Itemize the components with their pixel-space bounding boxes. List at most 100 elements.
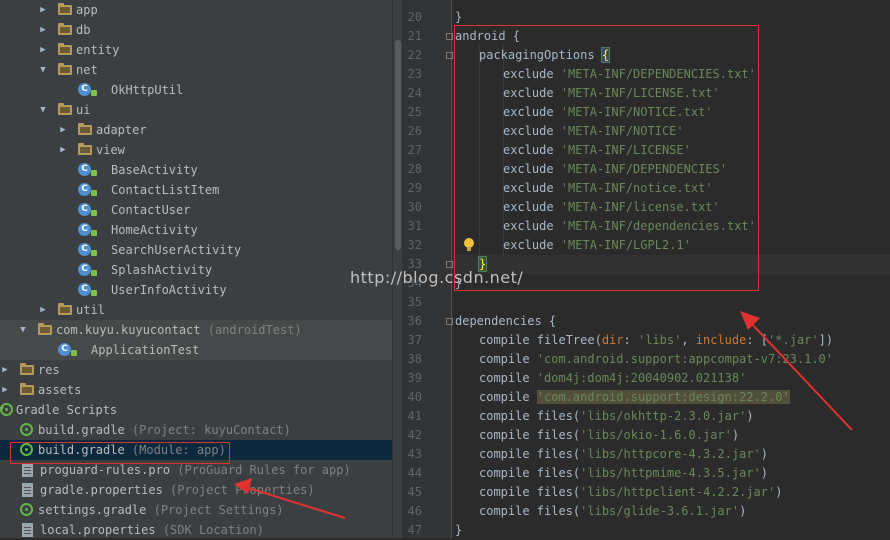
tree-item[interactable]: ▼ com.kuyu.kuyucontact (androidTest)	[0, 320, 392, 340]
code-token: 'com.android.support:appcompat-v7:23.1.0…	[536, 352, 834, 366]
chevron-down-icon[interactable]: ▼	[38, 60, 48, 80]
class-icon: C	[78, 203, 91, 216]
line-number: 31	[407, 219, 422, 233]
tree-item[interactable]: ▼ net	[0, 60, 392, 80]
tree-item[interactable]: ▶ view	[0, 140, 392, 160]
tree-item[interactable]: ▶ assets	[0, 380, 392, 400]
code-token: :	[623, 333, 638, 347]
folder-icon	[58, 303, 72, 315]
code-line: compile files('libs/okhttp-2.3.0.jar')	[479, 407, 754, 426]
file-icon	[22, 483, 33, 497]
chevron-right-icon[interactable]: ▶	[58, 140, 68, 160]
tree-item[interactable]: C UserInfoActivity	[0, 280, 392, 300]
tree-item[interactable]: ▶ db	[0, 20, 392, 40]
chevron-right-icon[interactable]: ▶	[38, 0, 48, 20]
gradle-icon	[20, 423, 33, 436]
chevron-right-icon[interactable]: ▶	[38, 40, 48, 60]
line-number: 47	[407, 523, 422, 537]
tree-item-hint: (ProGuard Rules for app)	[170, 463, 351, 477]
lock-icon	[91, 250, 97, 256]
tree-item[interactable]: ▼ Gradle Scripts	[0, 400, 392, 420]
tree-item[interactable]: build.gradle (Project: kuyuContact)	[0, 420, 392, 440]
class-icon: C	[78, 83, 91, 96]
line-number: 42	[407, 428, 422, 442]
lock-icon	[91, 170, 97, 176]
code-token: dir	[601, 333, 624, 347]
tree-item-label: adapter	[96, 123, 147, 137]
folder-icon	[58, 23, 72, 35]
code-token: : [	[746, 333, 769, 347]
code-line: compile 'com.android.support:appcompat-v…	[479, 350, 833, 369]
folder-icon	[58, 103, 72, 115]
code-token: ,	[681, 333, 696, 347]
tree-item[interactable]: ▼ ui	[0, 100, 392, 120]
line-number: 35	[407, 295, 422, 309]
code-token: compile	[479, 390, 537, 404]
scrollbar-thumb[interactable]	[395, 40, 401, 250]
code-line: compile fileTree(dir: 'libs', include: […	[479, 331, 833, 350]
code-token: 'com.android.support:design:22.2.0'	[536, 390, 790, 404]
fold-marker-icon[interactable]	[446, 318, 453, 325]
line-number: 21	[407, 29, 422, 43]
lock-icon	[91, 190, 97, 196]
folder-icon	[78, 123, 92, 135]
tree-item[interactable]: C ContactListItem	[0, 180, 392, 200]
line-number: 37	[407, 333, 422, 347]
lock-icon	[91, 210, 97, 216]
code-token: }	[455, 10, 463, 24]
line-number: 27	[407, 143, 422, 157]
code-token: )	[739, 504, 747, 518]
tree-item[interactable]: gradle.properties (Project Properties)	[0, 480, 392, 500]
tree-item-label: ContactUser	[111, 203, 191, 217]
tree-item[interactable]: C HomeActivity	[0, 220, 392, 240]
code-line: compile 'com.android.support:design:22.2…	[479, 388, 790, 407]
tree-item[interactable]: C OkHttpUtil	[0, 80, 392, 100]
tree-item[interactable]: ▶ app	[0, 0, 392, 20]
lock-icon	[91, 270, 97, 276]
line-number: 40	[407, 390, 422, 404]
line-number: 30	[407, 200, 422, 214]
fold-marker-icon[interactable]	[446, 261, 453, 268]
code-token: compile files(	[479, 485, 581, 499]
tree-item-label: SearchUserActivity	[111, 243, 242, 257]
class-icon: C	[58, 343, 71, 356]
chevron-right-icon[interactable]: ▶	[0, 380, 10, 400]
code-line: compile files('libs/httpclient-4.2.2.jar…	[479, 483, 782, 502]
tree-item[interactable]: C ContactUser	[0, 200, 392, 220]
tree-item[interactable]: C BaseActivity	[0, 160, 392, 180]
fold-marker-icon[interactable]	[446, 52, 453, 59]
tree-item[interactable]: settings.gradle (Project Settings)	[0, 500, 392, 520]
line-number: 38	[407, 352, 422, 366]
code-line: compile 'dom4j:dom4j:20040902.021138'	[479, 369, 746, 388]
chevron-right-icon[interactable]: ▶	[38, 300, 48, 320]
code-token: compile files(	[479, 447, 581, 461]
chevron-down-icon[interactable]: ▼	[18, 320, 28, 340]
fold-marker-icon[interactable]	[446, 33, 453, 40]
tree-item[interactable]: ▶ res	[0, 360, 392, 380]
line-number: 46	[407, 504, 422, 518]
chevron-right-icon[interactable]: ▶	[0, 360, 10, 380]
chevron-right-icon[interactable]: ▶	[58, 120, 68, 140]
lock-icon	[91, 90, 97, 96]
tree-item[interactable]: C SplashActivity	[0, 260, 392, 280]
code-token: 'dom4j:dom4j:20040902.021138'	[536, 371, 747, 385]
tree-item-hint: (SDK Location)	[155, 523, 264, 537]
class-icon: C	[78, 243, 91, 256]
line-number: 43	[407, 447, 422, 461]
code-token: }	[455, 523, 463, 537]
tree-item[interactable]: local.properties (SDK Location)	[0, 520, 392, 538]
tree-item-hint: (androidTest)	[200, 323, 302, 337]
chevron-right-icon[interactable]: ▶	[38, 20, 48, 40]
lock-icon	[91, 230, 97, 236]
lightbulb-icon[interactable]	[462, 237, 476, 253]
folder-icon	[38, 323, 52, 335]
tree-item[interactable]: ▶ entity	[0, 40, 392, 60]
code-token: compile files(	[479, 466, 581, 480]
chevron-down-icon[interactable]: ▼	[38, 100, 48, 120]
tree-item[interactable]: C ApplicationTest	[0, 340, 392, 360]
tree-item[interactable]: ▶ util	[0, 300, 392, 320]
tree-item-label: net	[76, 63, 98, 77]
tree-item-label: BaseActivity	[111, 163, 198, 177]
tree-item[interactable]: C SearchUserActivity	[0, 240, 392, 260]
tree-item[interactable]: ▶ adapter	[0, 120, 392, 140]
